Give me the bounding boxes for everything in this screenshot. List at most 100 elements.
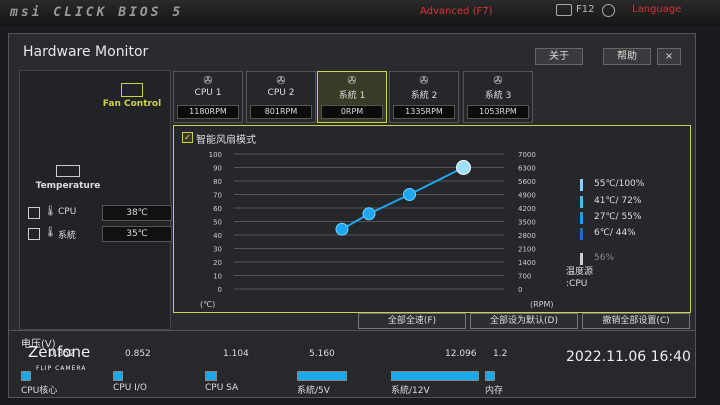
voltage-bar [113,371,123,381]
y-left-tick-label: 20 [213,259,222,267]
thermometer-icon: 🌡 [44,206,57,217]
y-left-tick-label: 40 [213,232,222,240]
y-left-tick-label: 60 [213,205,222,213]
screenshot-icon[interactable] [556,4,572,16]
y-right-tick-label: 2800 [518,232,536,240]
legend-row: 6℃/ 44% [580,228,680,240]
voltage-bar [391,371,479,381]
help-button[interactable]: 帮助 [603,48,651,65]
y-left-tick-label: 80 [213,178,222,186]
legend-row: 56% [580,253,680,265]
fan-icon: ✇ [493,74,503,87]
voltage-bar [21,371,31,381]
sensor-checkbox[interactable] [28,228,40,240]
fan-rpm: 1335RPM [393,105,455,119]
photo-timestamp: 2022.11.06 16:40 [566,349,691,365]
y-left-tick-label: 10 [213,273,222,281]
close-button[interactable]: × [657,48,681,65]
fan-rpm: 0RPM [321,105,383,119]
y-left-tick-label: 50 [213,219,222,227]
fan-name: CPU 1 [194,88,222,98]
x-axis-label: (℃) [200,300,215,309]
fan-control-tab[interactable]: Fan Control [96,81,168,119]
voltage-value: 12.096 [445,349,477,359]
y-right-tick-label: 3500 [518,219,536,227]
fan-rpm: 1053RPM [467,105,529,119]
y-axis-label: (RPM) [530,300,554,309]
sensor-row-cpu: 🌡 CPU 38℃ [26,205,172,221]
y-right-tick-label: 700 [518,273,531,281]
voltage-label: CPU SA [205,383,239,393]
sensor-value: 38℃ [102,205,172,221]
voltage-bar [205,371,217,381]
hardware-monitor-window: Hardware Monitor 关于 帮助 × Fan Control Tem… [8,33,696,331]
temperature-icon [56,165,80,177]
y-right-tick-label: 2100 [518,246,536,254]
legend-swatch [580,196,583,208]
y-left-tick-label: 0 [218,286,222,294]
voltage-label: CPU I/O [113,383,147,393]
voltage-value: 1.104 [223,349,249,359]
fan-control-icon [121,83,143,97]
y-left-tick-label: 70 [213,192,222,200]
fan-name: 系統 2 [410,91,438,101]
fan-icon: ✇ [276,74,286,87]
fan-name: CPU 2 [267,88,295,98]
temperature-tab[interactable]: Temperature [28,165,108,191]
legend-swatch [580,253,583,265]
fan-icon: ✇ [203,74,213,87]
legend-row: 27℃/ 55% [580,212,680,224]
voltage-value: 0.852 [125,349,151,359]
sensor-row-system: 🌡 系統 35℃ [26,226,172,242]
legend-swatch [580,228,583,240]
voltage-label: 系統/12V [391,386,430,396]
voltage-value: 1.2 [493,349,508,359]
all-default-button[interactable]: 全部设为默认(D) [470,313,578,329]
fan-name: 系統 3 [484,91,512,101]
y-right-tick-label: 5600 [518,178,536,186]
legend-text: 56% [594,253,615,263]
fan-rpm: 1180RPM [177,105,239,119]
window-title: Hardware Monitor [23,44,149,60]
y-right-tick-label: 4900 [518,192,536,200]
y-right-tick-label: 6300 [518,165,536,173]
all-full-speed-button[interactable]: 全部全速(F) [358,313,466,329]
globe-icon[interactable] [602,4,615,17]
temperature-label: Temperature [35,181,101,191]
y-left-tick-label: 90 [213,165,222,173]
fan-icon: ✇ [419,74,429,87]
curve-point [403,188,416,201]
y-right-tick-label: 7000 [518,151,536,159]
thermometer-icon: 🌡 [44,227,57,238]
f12-label[interactable]: F12 [576,4,594,15]
sensor-checkbox[interactable] [28,207,40,219]
y-right-tick-label: 0 [518,286,522,294]
camera-watermark-subtext: FLIP CAMERA [36,365,87,372]
y-axis-right-ticks: 7000630056004900420035002800210014007000 [518,151,536,294]
voltage-bar [297,371,347,381]
fan-tab-cpu1[interactable]: ✇ CPU 1 1180RPM [173,71,243,123]
advanced-mode-button[interactable]: Advanced (F7) [420,6,493,17]
curve-point [335,222,349,236]
fan-curve-panel: ✓ 智能风扇模式 100 90 80 70 60 50 40 30 20 10 0 7000 6300… [173,125,691,313]
top-bar: msi CLICK BIOS 5 Advanced (F7) F12 Langu… [0,0,720,26]
sensor-value: 35℃ [102,226,172,242]
legend-text: 41℃/ 72% [594,196,642,206]
language-button[interactable]: Language [632,4,681,15]
legend-row: 41℃/ 72% [580,196,680,208]
fan-tab-system2[interactable]: ✇ 系統 2 1335RPM [389,71,459,123]
fan-curve-line [341,166,464,231]
sidebar: Fan Control Temperature 🌡 CPU 38℃ 🌡 系統 3… [19,70,172,330]
fan-tab-system3[interactable]: ✇ 系統 3 1053RPM [463,71,533,123]
fan-icon: ✇ [347,74,357,87]
legend-text: 6℃/ 44% [594,228,636,238]
temperature-source-value: :CPU [566,279,588,289]
undo-all-button[interactable]: 撤销全部设置(C) [582,313,690,329]
fan-tab-cpu2[interactable]: ✇ CPU 2 801RPM [246,71,316,123]
temperature-source: 温度源 :CPU [566,266,593,290]
about-button[interactable]: 关于 [535,48,583,65]
curve-point [362,207,376,221]
fan-curve-chart[interactable]: 1009080706050403020100 70006300560049004… [174,142,564,312]
fan-tab-system1[interactable]: ✇ 系統 1 0RPM [317,71,387,123]
camera-watermark: Zenfone FLIP CAMERA [28,343,90,372]
